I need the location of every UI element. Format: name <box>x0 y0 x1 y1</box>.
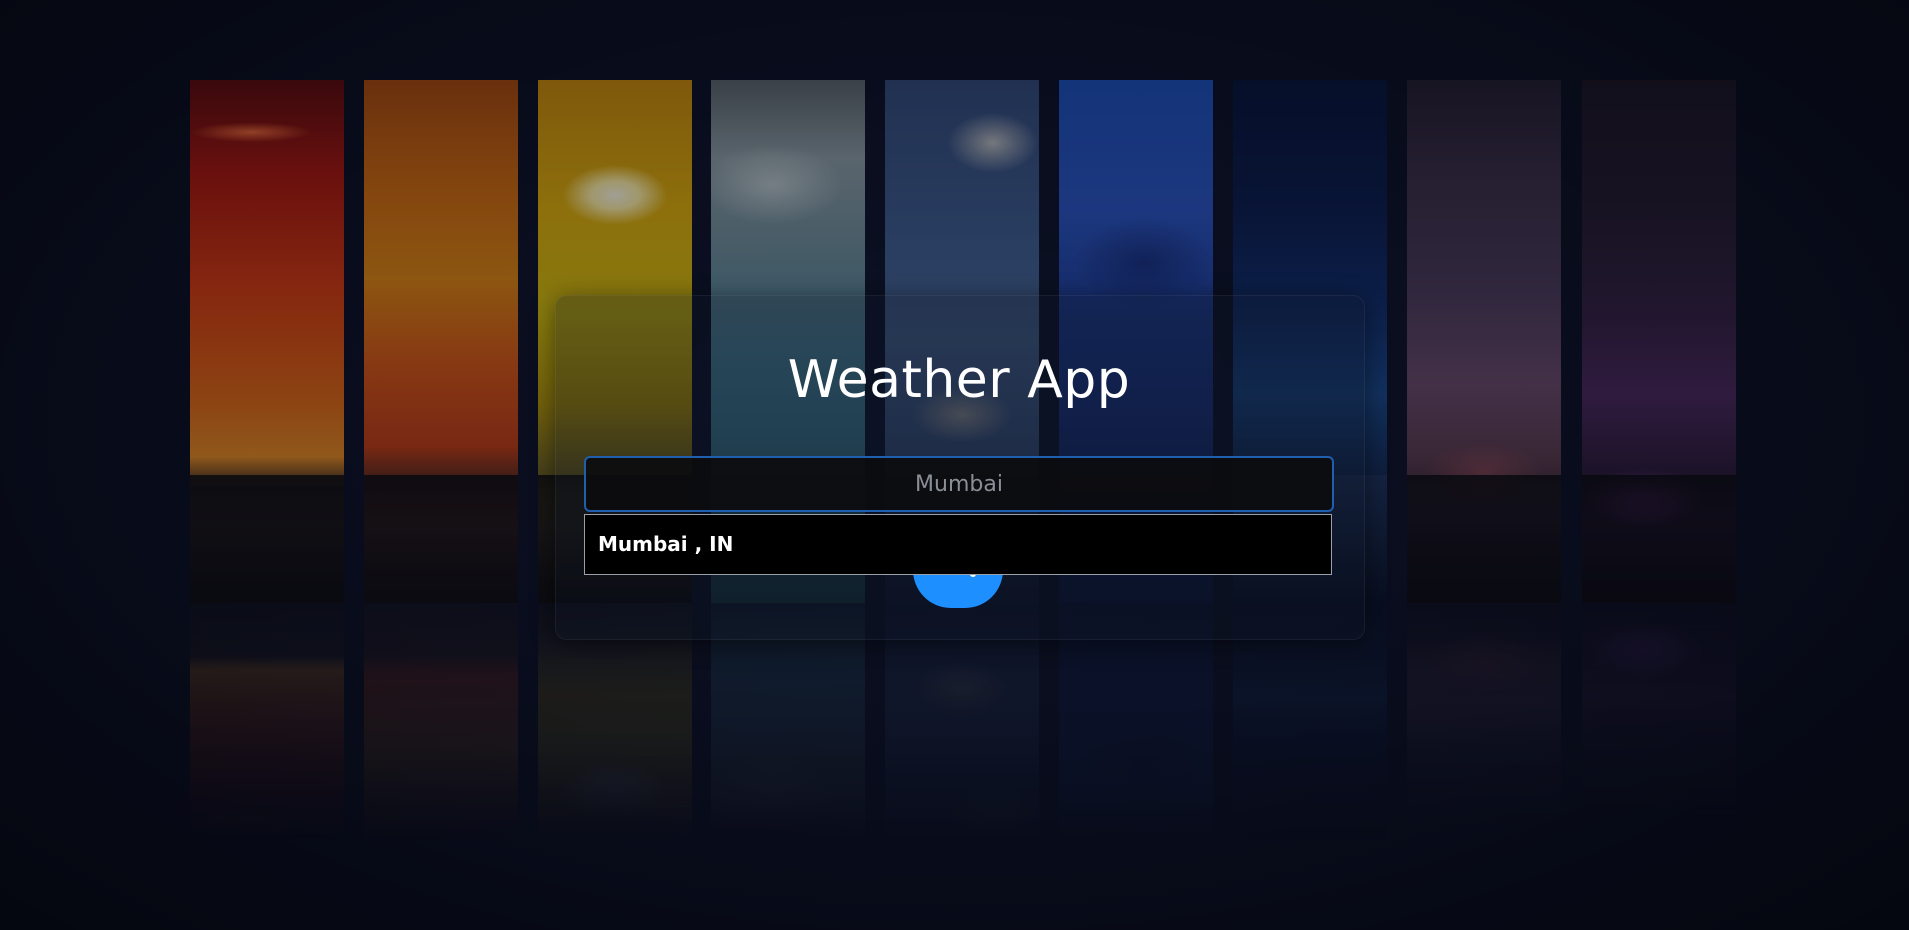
panel-reflection <box>190 603 344 843</box>
background-panel-night-violet <box>1582 80 1736 603</box>
background-panel-sunset-red <box>190 80 344 603</box>
background-panel-dusk-purple <box>1407 80 1561 603</box>
suggestion-dropdown: Mumbai , IN <box>584 514 1332 575</box>
panel-reflection <box>1407 603 1561 843</box>
app-title: Weather App <box>787 350 1131 410</box>
city-search-input[interactable] <box>584 456 1334 512</box>
suggestion-item[interactable]: Mumbai , IN <box>598 532 733 556</box>
background-panel-sunset-orange <box>364 80 518 603</box>
panel-reflection <box>1582 603 1736 843</box>
panel-reflection <box>364 603 518 843</box>
app-stage: Weather App Mumbai , IN <box>0 0 1909 930</box>
